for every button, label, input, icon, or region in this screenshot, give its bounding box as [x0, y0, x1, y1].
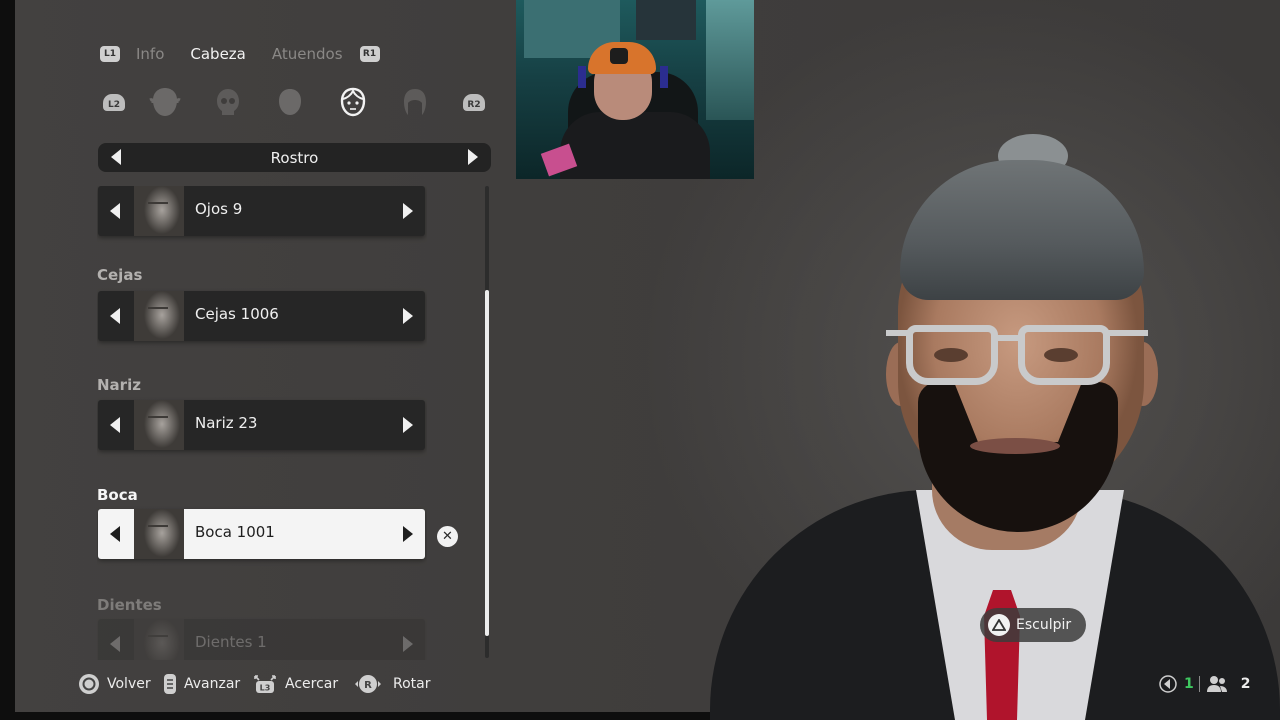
- sculpt-button[interactable]: Esculpir: [980, 608, 1086, 642]
- options-button-icon: [163, 673, 177, 695]
- triangle-button-icon: [988, 614, 1010, 636]
- character-mouth: [970, 438, 1060, 454]
- previous-arrow-icon[interactable]: [110, 526, 120, 542]
- skull-icon[interactable]: [210, 84, 246, 120]
- status-divider: [1198, 676, 1200, 692]
- top-tabs: L1 Info Cabeza Atuendos R1: [100, 42, 380, 66]
- previous-arrow-icon[interactable]: [110, 417, 120, 433]
- next-arrow-icon[interactable]: [403, 308, 413, 324]
- previous-arrow-icon[interactable]: [110, 203, 120, 219]
- back-label: Volver: [107, 676, 151, 692]
- list-item-ojos[interactable]: Ojos 9: [98, 186, 425, 236]
- head-shape-icon[interactable]: [272, 84, 308, 120]
- face-thumbnail: [134, 186, 184, 236]
- zoom-hint[interactable]: L3 Acercar: [252, 674, 338, 694]
- next-arrow-icon[interactable]: [403, 636, 413, 652]
- next-arrow-icon[interactable]: [403, 417, 413, 433]
- item-value: Nariz 23: [195, 414, 258, 432]
- list-item-dientes[interactable]: Dientes 1: [98, 619, 425, 660]
- zoom-label: Acercar: [285, 676, 339, 692]
- rostro-selector[interactable]: Rostro: [98, 143, 491, 172]
- svg-text:R: R: [364, 680, 372, 691]
- section-title-cejas: Cejas: [97, 266, 143, 284]
- feature-list[interactable]: Ojos 9 Cejas Cejas 1006 Nariz Nariz 23 B…: [97, 186, 427, 660]
- rotate-hint[interactable]: R Rotar: [350, 674, 431, 694]
- players-icon: [1206, 676, 1227, 692]
- svg-text:L3: L3: [260, 684, 271, 693]
- section-title-boca: Boca: [97, 486, 138, 504]
- next-arrow-icon[interactable]: [403, 526, 413, 542]
- back-hint[interactable]: Volver: [78, 674, 151, 694]
- item-value: Boca 1001: [195, 523, 275, 541]
- circle-button-icon: [78, 673, 100, 695]
- player-count: 2: [1240, 676, 1251, 692]
- previous-arrow-icon[interactable]: [110, 308, 120, 324]
- face-thumbnail: [134, 509, 184, 559]
- right-stick-icon: R: [350, 673, 386, 695]
- selector-label: Rostro: [270, 148, 319, 167]
- hair-icon[interactable]: [397, 84, 433, 120]
- voice-count: 1: [1184, 676, 1194, 692]
- scrollbar-thumb[interactable]: [485, 290, 489, 636]
- list-item-nariz[interactable]: Nariz 23: [98, 400, 425, 450]
- section-title-nariz: Nariz: [97, 376, 141, 394]
- list-item-cejas[interactable]: Cejas 1006: [98, 291, 425, 341]
- tab-info[interactable]: Info: [136, 45, 164, 63]
- l2-button-icon[interactable]: L2: [96, 84, 132, 120]
- left-border: [0, 0, 15, 712]
- session-status: 1 2: [1158, 674, 1251, 694]
- face-icon[interactable]: [335, 84, 371, 120]
- previous-arrow-icon[interactable]: [111, 149, 121, 165]
- character-glasses: [906, 325, 998, 385]
- sculpt-label: Esculpir: [1016, 617, 1072, 633]
- item-value: Cejas 1006: [195, 305, 279, 323]
- section-title-dientes: Dientes: [97, 596, 162, 614]
- tab-cabeza[interactable]: Cabeza: [190, 45, 245, 63]
- face-thumbnail: [134, 400, 184, 450]
- character-glasses: [1018, 325, 1110, 385]
- previous-arrow-icon[interactable]: [110, 636, 120, 652]
- character-hair: [900, 160, 1144, 300]
- face-thumbnail: [134, 619, 184, 660]
- item-value: Ojos 9: [195, 200, 243, 218]
- rotate-label: Rotar: [393, 676, 431, 692]
- r1-button-icon[interactable]: R1: [359, 46, 380, 62]
- speaker-icon: [1159, 675, 1177, 693]
- item-value: Dientes 1: [195, 633, 267, 651]
- tab-atuendos[interactable]: Atuendos: [272, 45, 343, 63]
- next-arrow-icon[interactable]: [403, 203, 413, 219]
- head-full-icon[interactable]: [147, 84, 183, 120]
- l3-stick-icon: L3: [252, 673, 278, 695]
- r2-button-icon[interactable]: R2: [456, 84, 492, 120]
- advance-label: Avanzar: [184, 676, 241, 692]
- clear-selection-button[interactable]: ✕: [437, 526, 458, 547]
- advance-hint[interactable]: Avanzar: [163, 674, 240, 694]
- category-icon-row: L2 R2: [96, 84, 488, 120]
- list-item-boca[interactable]: Boca 1001: [98, 509, 425, 559]
- face-thumbnail: [134, 291, 184, 341]
- l1-button-icon[interactable]: L1: [100, 46, 120, 62]
- next-arrow-icon[interactable]: [468, 149, 478, 165]
